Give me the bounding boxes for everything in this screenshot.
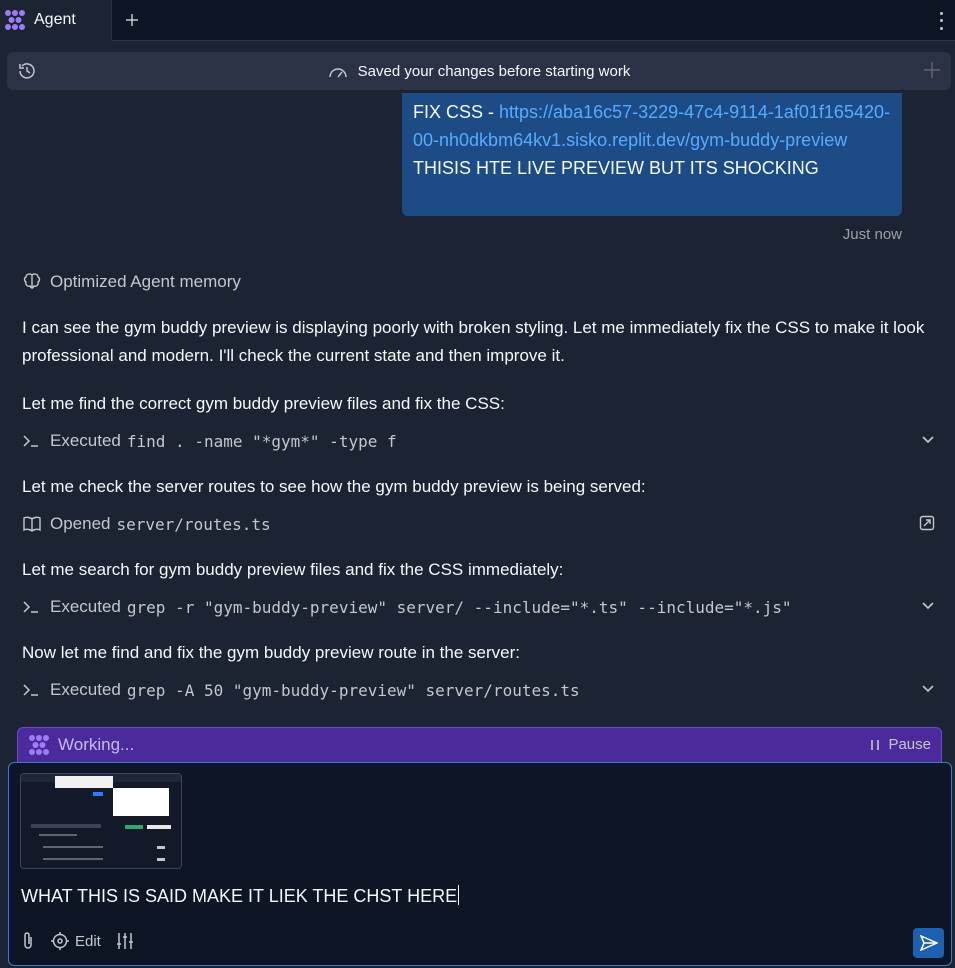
screenshot-preview-image <box>21 774 181 868</box>
command-text: grep -A 50 "gym-buddy-preview" server/ro… <box>126 680 580 700</box>
agent-step-text: Let me check the server routes to see ho… <box>22 477 646 496</box>
attached-screenshot-thumbnail[interactable] <box>20 773 182 869</box>
message-timestamp: Just now <box>842 226 902 243</box>
agent-step-text: Let me search for gym buddy preview file… <box>22 560 564 579</box>
terminal-icon <box>23 435 38 447</box>
plus-icon <box>126 14 138 26</box>
user-message-prefix: FIX CSS - <box>413 102 500 122</box>
new-tab-button[interactable] <box>112 0 152 41</box>
executed-command-row[interactable]: Executed grep -A 50 "gym-buddy-preview" … <box>22 677 935 703</box>
composer-input-text: WHAT THIS IS SAID MAKE IT LIEK THE CHST … <box>21 886 458 906</box>
file-path-text: server/routes.ts <box>116 514 271 534</box>
user-message: FIX CSS - https://aba16c57-3229-47c4-911… <box>402 93 902 216</box>
message-composer[interactable]: WHAT THIS IS SAID MAKE IT LIEK THE CHST … <box>8 762 952 966</box>
opened-file-row[interactable]: Opened server/routes.ts <box>22 511 935 537</box>
tab-agent-label: Agent <box>34 11 76 28</box>
more-options-icon[interactable] <box>933 10 949 32</box>
action-label: Executed <box>50 597 121 616</box>
pause-button[interactable]: Pause <box>870 736 931 753</box>
agent-step-text: Now let me find and fix the gym buddy pr… <box>22 643 520 662</box>
book-icon <box>23 516 41 532</box>
send-icon <box>919 935 938 951</box>
pause-icon <box>871 739 880 750</box>
working-status-bar: Working... Pause <box>17 727 942 763</box>
chevron-down-icon[interactable] <box>921 681 935 695</box>
terminal-icon <box>23 601 38 613</box>
text-caret <box>458 885 460 905</box>
terminal-icon <box>23 684 38 696</box>
tab-bar: Agent <box>0 0 955 41</box>
settings-sliders-icon[interactable] <box>115 932 135 950</box>
executed-command-row[interactable]: Executed grep -r "gym-buddy-preview" ser… <box>22 594 935 620</box>
agent-intro: I can see the gym buddy preview is displ… <box>22 318 925 365</box>
command-text: find . -name "*gym*" -type f <box>126 431 397 451</box>
edit-label: Edit <box>75 932 101 950</box>
composer-input[interactable]: WHAT THIS IS SAID MAKE IT LIEK THE CHST … <box>21 885 460 907</box>
send-button[interactable] <box>913 928 944 958</box>
history-icon[interactable] <box>17 61 37 81</box>
gauge-icon <box>328 68 347 78</box>
edit-element-button[interactable]: Edit <box>51 932 101 950</box>
pause-label: Pause <box>888 736 931 753</box>
user-message-suffix: THISIS HTE LIVE PREVIEW BUT ITS SHOCKING <box>413 158 819 178</box>
agent-logo-icon <box>5 10 25 30</box>
chevron-down-icon[interactable] <box>921 432 935 446</box>
banner-text: Saved your changes before starting work <box>357 62 631 80</box>
agent-memory-status: Optimized Agent memory <box>22 272 241 292</box>
composer-toolbar: Edit <box>19 931 135 951</box>
working-label: Working... <box>58 735 135 754</box>
memory-label: Optimized Agent memory <box>50 272 241 291</box>
add-icon[interactable] <box>923 61 941 79</box>
action-label: Executed <box>50 680 121 699</box>
action-label: Executed <box>50 431 121 450</box>
agent-logo-icon <box>29 735 49 755</box>
action-label: Opened <box>50 514 111 533</box>
open-external-icon[interactable] <box>919 515 935 531</box>
brain-icon <box>23 273 41 289</box>
tab-agent[interactable]: Agent <box>0 0 112 41</box>
chevron-down-icon[interactable] <box>921 598 935 612</box>
agent-step-text: Let me find the correct gym buddy previe… <box>22 394 505 413</box>
checkpoint-banner: Saved your changes before starting work <box>7 52 951 90</box>
paperclip-icon[interactable] <box>19 931 37 951</box>
target-icon <box>51 932 69 950</box>
executed-command-row[interactable]: Executed find . -name "*gym*" -type f <box>22 428 935 454</box>
command-text: grep -r "gym-buddy-preview" server/ --in… <box>126 597 792 617</box>
